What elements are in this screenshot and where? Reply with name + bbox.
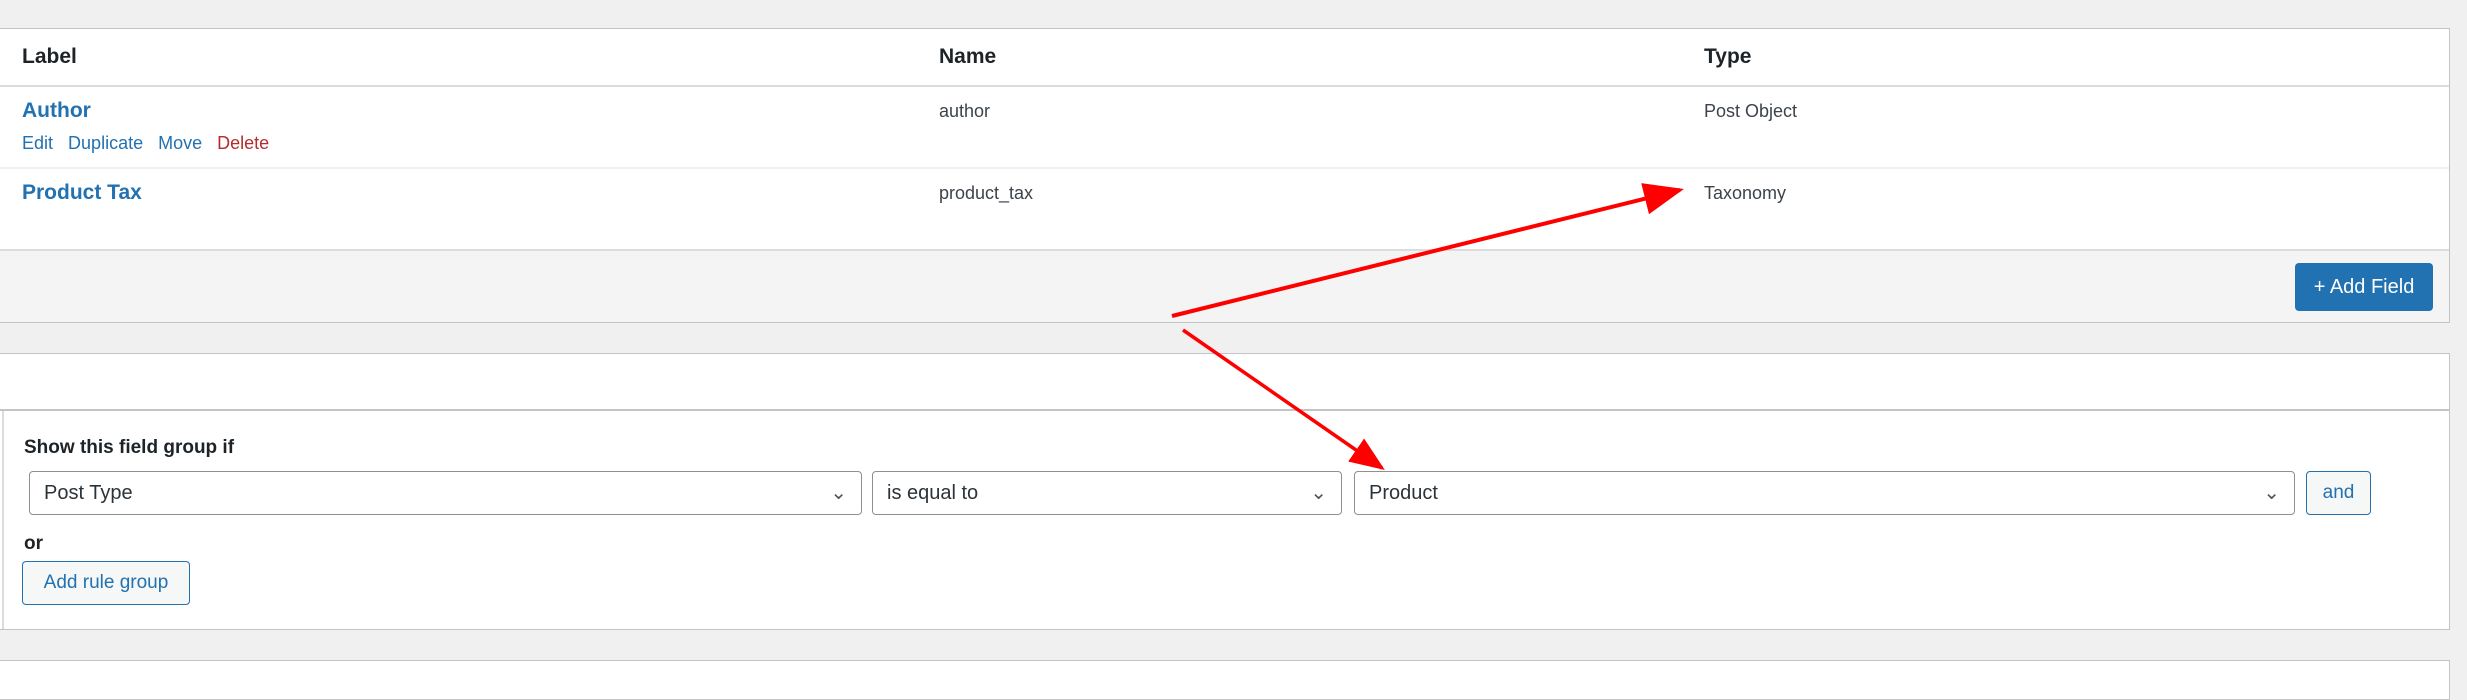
add-rule-group-button[interactable]: Add rule group: [22, 561, 190, 605]
field-label-link[interactable]: Product Tax: [22, 181, 142, 205]
column-name: Name: [939, 45, 997, 68]
value-select[interactable]: Product ⌄: [1354, 471, 2295, 515]
table-footer: + Add Field: [0, 249, 2449, 322]
panel-header: [0, 354, 2449, 411]
field-name: author: [939, 101, 991, 121]
param-select[interactable]: Post Type ⌄: [29, 471, 862, 515]
rules-heading: Show this field group if: [24, 437, 235, 458]
table-row: Product Tax product_tax Taxonomy: [0, 167, 2449, 249]
field-type: Taxonomy: [1704, 183, 1787, 203]
and-button[interactable]: and: [2306, 471, 2371, 515]
add-field-button[interactable]: + Add Field: [2295, 263, 2433, 311]
chevron-down-icon: ⌄: [830, 482, 847, 504]
operator-value: is equal to: [887, 482, 979, 504]
table-row: Author Edit Duplicate Move Delete author…: [0, 85, 2449, 169]
or-label: or: [24, 533, 43, 554]
column-label: Label: [22, 45, 77, 68]
fields-panel: Label Name Type Author Edit Duplicate Mo…: [0, 28, 2450, 323]
field-type: Post Object: [1704, 101, 1798, 121]
table-header: Label Name Type: [0, 29, 2449, 87]
edit-link[interactable]: Edit: [22, 133, 53, 153]
chevron-down-icon: ⌄: [2263, 482, 2280, 504]
param-value: Post Type: [44, 482, 133, 504]
field-name: product_tax: [939, 183, 1034, 203]
chevron-down-icon: ⌄: [1310, 482, 1327, 504]
column-type: Type: [1704, 45, 1752, 68]
value-value: Product: [1369, 482, 1438, 504]
duplicate-link[interactable]: Duplicate: [68, 133, 143, 153]
operator-select[interactable]: is equal to ⌄: [872, 471, 1342, 515]
location-rules-panel: Show this field group if Post Type ⌄ is …: [0, 353, 2450, 630]
move-link[interactable]: Move: [158, 133, 202, 153]
rules-body: Show this field group if Post Type ⌄ is …: [2, 411, 2449, 629]
delete-link[interactable]: Delete: [217, 133, 269, 153]
field-label-link[interactable]: Author: [22, 99, 91, 123]
row-actions: Edit Duplicate Move Delete: [22, 133, 279, 154]
next-panel: [0, 660, 2450, 700]
